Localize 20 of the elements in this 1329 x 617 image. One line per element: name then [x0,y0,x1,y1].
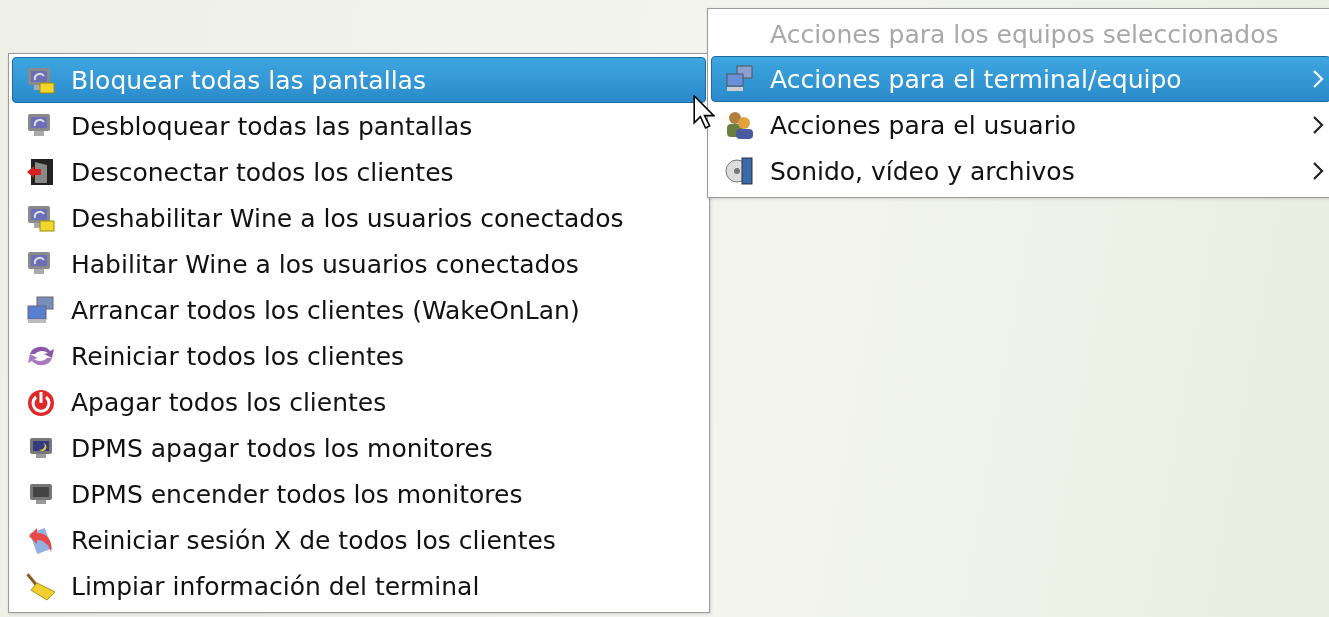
menu-item[interactable]: Reiniciar todos los clientes [12,333,706,379]
users-icon [724,109,756,141]
menu-item[interactable]: DPMS apagar todos los monitores [12,425,706,471]
menu-item[interactable]: Desconectar todos los clientes [12,149,706,195]
menu-item[interactable]: Apagar todos los clientes [12,379,706,425]
chevron-icon [1312,69,1324,89]
media-icon [724,155,756,187]
chevron-icon [1312,161,1324,181]
broom-icon [25,570,57,602]
computers-icon [25,294,57,326]
menu-item[interactable]: Reiniciar sesión X de todos los clientes [12,517,706,563]
submenu-item[interactable]: Acciones para el usuario [711,102,1329,148]
chevron-icon [1312,115,1324,135]
menu-header: Acciones para los equipos seleccionados [769,18,1280,51]
menu-item[interactable]: Limpiar información del terminal [12,563,706,609]
menu-item[interactable]: Deshabilitar Wine a los usuarios conectados [12,195,706,241]
menu-item[interactable]: Habilitar Wine a los usuarios conectados [12,241,706,287]
menu-item[interactable]: DPMS encender todos los monitores [12,471,706,517]
menu-item[interactable]: Arrancar todos los clientes (WakeOnLan) [12,287,706,333]
submenu-item[interactable]: Sonido, vídeo y archivos [711,148,1329,194]
